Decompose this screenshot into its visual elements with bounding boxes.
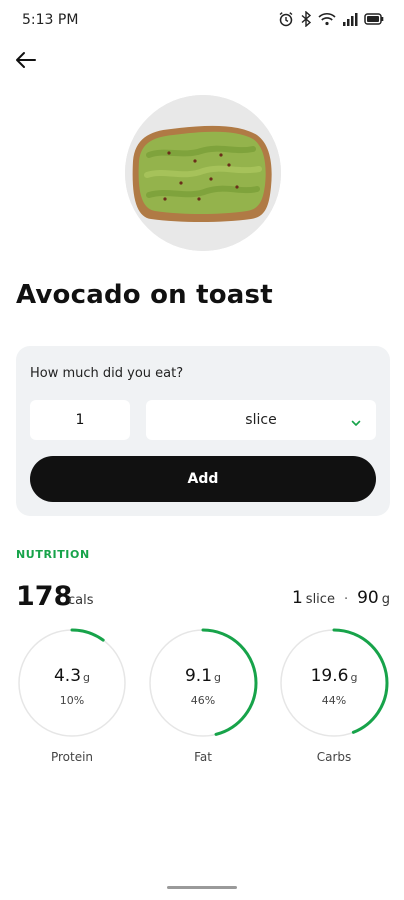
macro-label-fat: Fat [194,750,212,764]
macro-value: 19.6 g [310,666,358,686]
macro-percent: 44% [321,694,347,707]
alarm-icon [278,11,294,27]
bluetooth-icon [300,11,312,27]
wifi-icon [318,12,336,26]
back-button[interactable] [12,48,40,76]
macro-percent: 46% [190,694,216,707]
serving-weight: 90 [357,588,379,608]
macro-value: 9.1 g [184,666,222,686]
serving-info: 1 slice · 90 g [292,588,390,608]
serving-quantity: 1 [291,588,303,608]
signal-icon [342,12,358,26]
macro-ring-fat: 9.1 g 46% [148,628,258,738]
quantity-input[interactable] [30,400,130,440]
macro-ring-protein: 4.3 g 10% [17,628,127,738]
macro-ring-carbs: 19.6 g 44% [279,628,389,738]
food-image [125,95,281,251]
macro-value: 4.3 g [53,666,91,686]
add-button[interactable]: Add [30,456,376,502]
home-indicator[interactable] [167,886,237,889]
nutrition-header: NUTRITION [16,548,90,561]
battery-icon [364,12,384,26]
unit-select-value: slice [245,412,277,428]
status-icons [278,11,384,27]
status-time: 5:13 PM [22,12,79,28]
chevron-down-icon [350,414,362,433]
macro-label-protein: Protein [50,750,94,764]
calories-row: 178 cals 1 slice · 90 g [16,580,390,614]
macro-percent: 10% [59,694,85,707]
unit-select[interactable]: slice [146,400,376,440]
serving-weight-unit: g [381,592,390,607]
macro-label-carbs: Carbs [316,750,352,764]
arrow-left-icon [14,48,38,76]
serving-unit: slice [305,592,335,607]
calories-unit: cals [68,593,94,608]
serving-separator: · [343,592,349,607]
food-title: Avocado on toast [16,280,273,310]
status-bar: 5:13 PM [0,0,404,40]
portion-question: How much did you eat? [30,366,184,381]
portion-card: How much did you eat? slice Add [16,346,390,516]
calories-value: 178 [16,581,73,612]
